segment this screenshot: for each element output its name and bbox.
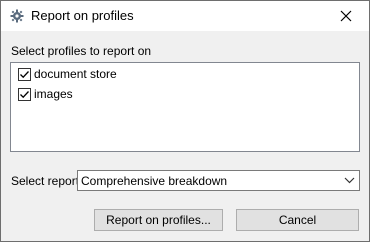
- list-item-document-store[interactable]: document store: [18, 66, 117, 82]
- report-select-label: Select report: [11, 174, 80, 188]
- list-item-images[interactable]: images: [18, 86, 73, 102]
- check-icon: [20, 70, 29, 78]
- gear-icon: [10, 9, 24, 23]
- cancel-button[interactable]: Cancel: [236, 209, 359, 231]
- images-checkbox[interactable]: [18, 87, 31, 101]
- dropdown-button[interactable]: [339, 171, 359, 190]
- title-bar[interactable]: Report on profiles: [1, 1, 369, 31]
- dialog-window: Report on profiles Select profiles to re…: [0, 0, 370, 242]
- profiles-section-label: Select profiles to report on: [11, 44, 152, 58]
- list-item-label: document store: [34, 67, 117, 81]
- check-icon: [20, 90, 29, 98]
- chevron-down-icon: [344, 177, 354, 184]
- document-store-checkbox[interactable]: [18, 67, 31, 81]
- close-button[interactable]: [323, 1, 369, 31]
- report-select[interactable]: Comprehensive breakdown: [77, 170, 360, 191]
- report-select-value: Comprehensive breakdown: [81, 174, 228, 188]
- window-title: Report on profiles: [31, 8, 134, 23]
- list-item-label: images: [34, 87, 73, 101]
- close-icon: [340, 10, 352, 22]
- report-on-profiles-button[interactable]: Report on profiles...: [94, 209, 223, 231]
- profiles-list[interactable]: document store images: [10, 62, 360, 152]
